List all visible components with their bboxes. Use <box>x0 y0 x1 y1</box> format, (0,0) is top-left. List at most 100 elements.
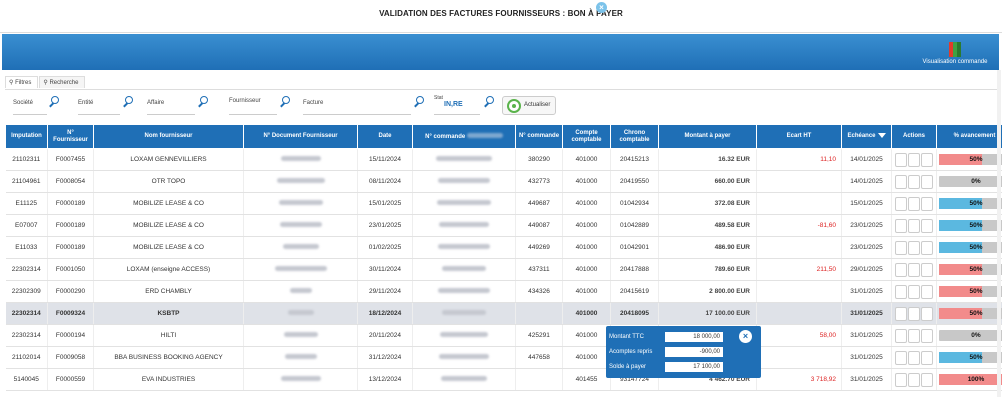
table-row[interactable]: 21102014 F0009058 BBA BUSINESS BOOKING AGE… <box>5 346 1002 369</box>
action-button-1[interactable] <box>895 152 907 167</box>
cell-montant-a-payer[interactable]: 489.58 EUR <box>658 214 757 237</box>
affaire-search-icon[interactable] <box>197 96 209 108</box>
header-echeance[interactable]: Echéance <box>841 124 892 149</box>
table-row[interactable]: E11125 F0000189 MOBILIZE LEASE & CO 15/01/2… <box>5 192 1002 215</box>
action-button-1[interactable] <box>895 372 907 387</box>
redacted-text <box>276 178 325 183</box>
filter-funnel-icon[interactable] <box>877 132 886 138</box>
cell-montant-a-payer[interactable]: 660.00 EUR <box>658 170 757 193</box>
tab-recherche-label: Recherche <box>49 80 79 86</box>
action-button-3[interactable] <box>921 328 933 343</box>
actualiser-button[interactable]: Actualiser <box>502 96 556 115</box>
action-button-3[interactable] <box>921 174 933 189</box>
header-avancement[interactable]: % avancement <box>936 124 1002 149</box>
header-chrono-comptable[interactable]: Chrono comptable <box>610 124 659 149</box>
fournisseur-search-icon[interactable] <box>279 96 291 108</box>
action-button-3[interactable] <box>921 372 933 387</box>
action-button-3[interactable] <box>921 218 933 233</box>
cell-compte-comptable: 401000 <box>562 170 611 193</box>
action-button-1[interactable] <box>895 306 907 321</box>
table-row[interactable]: 21102311 F0007455 LOXAM GENNEVILLIERS 15/11… <box>5 148 1002 171</box>
visualisation-commande-label: Visualisation commande <box>922 59 988 65</box>
cell-montant-a-payer[interactable]: 16.32 EUR <box>658 148 757 171</box>
cell-actions <box>891 280 937 303</box>
action-button-3[interactable] <box>921 284 933 299</box>
facture-field[interactable] <box>303 114 411 115</box>
table-row[interactable]: 5140045 F0000559 EVA INDUSTRIES 13/12/2024 4… <box>5 368 1002 391</box>
stat-search-icon[interactable] <box>483 96 495 108</box>
header-compte-comptable[interactable]: Compte comptable <box>562 124 611 149</box>
header-num-commande-ext[interactable]: N° commande <box>412 124 516 149</box>
cell-montant-a-payer[interactable]: 789.60 EUR <box>658 258 757 281</box>
cell-num-doc-fournisseur <box>243 324 358 347</box>
cell-echeance: 23/01/2025 <box>841 236 892 259</box>
action-button-3[interactable] <box>921 196 933 211</box>
table-row[interactable]: 22302314 F0009324 KSBTP 18/12/2024 401000 204… <box>5 302 1002 325</box>
action-button-2[interactable] <box>908 372 920 387</box>
header-num-fournisseur[interactable]: N° Fournisseur <box>47 124 94 149</box>
action-button-1[interactable] <box>895 284 907 299</box>
cell-montant-a-payer[interactable]: 17 100.00 EUR <box>658 302 757 325</box>
action-button-2[interactable] <box>908 306 920 321</box>
cell-montant-a-payer[interactable]: 2 800.00 EUR <box>658 280 757 303</box>
societe-search-icon[interactable] <box>48 96 60 108</box>
action-button-2[interactable] <box>908 152 920 167</box>
fournisseur-field[interactable] <box>229 114 277 115</box>
table-row[interactable]: 21104961 F0008054 OTR TOPO 08/11/2024 432773… <box>5 170 1002 193</box>
action-button-2[interactable] <box>908 218 920 233</box>
cell-num-commande-ext <box>412 170 516 193</box>
table-row[interactable]: E11033 F0000189 MOBILIZE LEASE & CO 01/02/2… <box>5 236 1002 259</box>
action-button-1[interactable] <box>895 328 907 343</box>
cell-date: 13/12/2024 <box>357 368 413 391</box>
action-button-1[interactable] <box>895 240 907 255</box>
societe-field[interactable] <box>13 114 47 115</box>
entite-field[interactable] <box>78 114 120 115</box>
cell-num-commande-ext <box>412 192 516 215</box>
cell-date: 15/01/2025 <box>357 192 413 215</box>
action-button-3[interactable] <box>921 152 933 167</box>
action-button-2[interactable] <box>908 262 920 277</box>
action-button-1[interactable] <box>895 196 907 211</box>
table-row[interactable]: 22302314 F0000194 HILTI 20/11/2024 425291 401… <box>5 324 1002 347</box>
stat-field[interactable] <box>434 114 480 115</box>
header-imputation[interactable]: Imputation <box>5 124 48 149</box>
close-icon[interactable]: × <box>596 2 607 13</box>
popup-close-icon[interactable]: × <box>739 330 752 343</box>
cell-num-doc-fournisseur <box>243 236 358 259</box>
action-button-3[interactable] <box>921 240 933 255</box>
cell-num-fournisseur: F0000189 <box>47 192 94 215</box>
header-montant-a-payer[interactable]: Montant à payer <box>658 124 757 149</box>
cell-num-commande: 447658 <box>515 346 563 369</box>
header-num-commande[interactable]: N° commande <box>515 124 563 149</box>
affaire-field[interactable] <box>147 114 195 115</box>
action-button-2[interactable] <box>908 196 920 211</box>
action-button-1[interactable] <box>895 174 907 189</box>
header-date[interactable]: Date <box>357 124 413 149</box>
header-num-doc-fournisseur[interactable]: N° Document Fournisseur <box>243 124 358 149</box>
visualisation-commande-button[interactable]: Visualisation commande <box>917 42 993 65</box>
action-button-2[interactable] <box>908 284 920 299</box>
action-button-3[interactable] <box>921 262 933 277</box>
header-ecart-ht[interactable]: Ecart HT <box>756 124 842 149</box>
action-button-1[interactable] <box>895 218 907 233</box>
action-button-3[interactable] <box>921 350 933 365</box>
tab-recherche[interactable]: ⚲ Recherche <box>39 76 86 88</box>
facture-search-icon[interactable] <box>413 96 425 108</box>
action-button-2[interactable] <box>908 350 920 365</box>
vertical-scrollbar[interactable] <box>997 70 1001 397</box>
stat-value[interactable]: IN,RE <box>444 101 463 108</box>
table-row[interactable]: 22302314 F0001050 LOXAM (enseigne ACCESS) 3… <box>5 258 1002 281</box>
action-button-2[interactable] <box>908 328 920 343</box>
action-button-2[interactable] <box>908 240 920 255</box>
table-row[interactable]: E07007 F0000189 MOBILIZE LEASE & CO 23/01/2… <box>5 214 1002 237</box>
tab-filtres[interactable]: ⚲ Filtres <box>5 76 39 88</box>
table-row[interactable]: 22302309 F0000290 ERD CHAMBLY 29/11/2024 434… <box>5 280 1002 303</box>
cell-montant-a-payer[interactable]: 486.90 EUR <box>658 236 757 259</box>
action-button-2[interactable] <box>908 174 920 189</box>
cell-montant-a-payer[interactable]: 372.08 EUR <box>658 192 757 215</box>
action-button-1[interactable] <box>895 262 907 277</box>
action-button-1[interactable] <box>895 350 907 365</box>
header-nom-fournisseur[interactable]: Nom fournisseur <box>93 124 244 149</box>
action-button-3[interactable] <box>921 306 933 321</box>
entite-search-icon[interactable] <box>122 96 134 108</box>
